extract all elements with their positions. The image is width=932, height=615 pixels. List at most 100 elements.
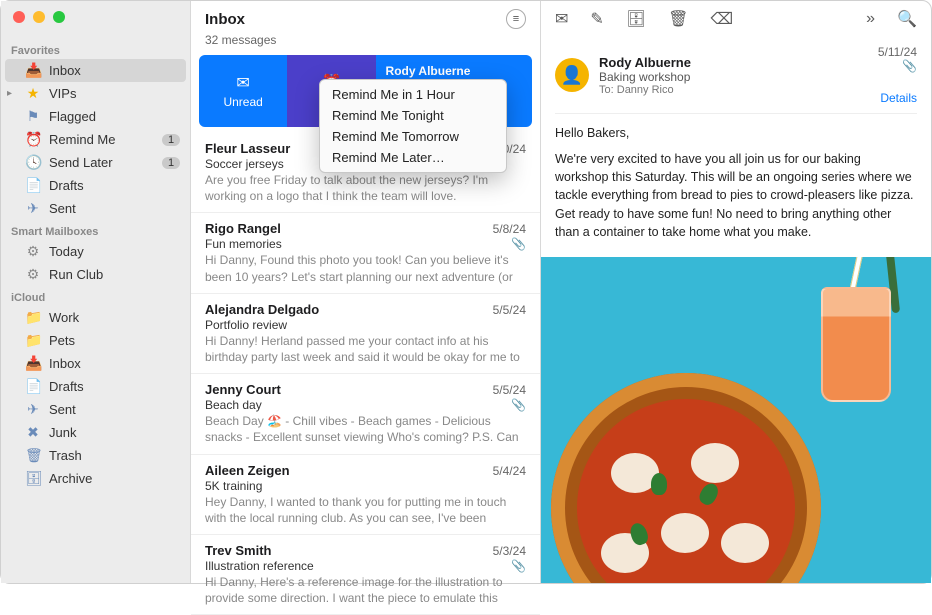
gear-icon: ⚙︎: [25, 266, 41, 283]
attachment-icon: 📎: [511, 559, 526, 573]
message-subject: Soccer jerseys: [205, 157, 284, 171]
drafts-icon: 📄: [25, 378, 41, 395]
message-date: 5/4/24: [493, 464, 526, 478]
sidebar-item-today[interactable]: ⚙︎ Today: [1, 240, 190, 263]
sidebar-item-label: Sent: [49, 201, 76, 216]
message-cell[interactable]: Trev Smith 5/3/24 Illustration reference 📎H…: [191, 535, 540, 615]
sidebar-item-send-later[interactable]: 🕓 Send Later 1: [1, 151, 190, 174]
compose-icon[interactable]: ✎: [590, 9, 603, 29]
message-cell[interactable]: Jenny Court5/5/24Beach day📎Beach Day 🏖️ …: [191, 374, 540, 454]
sidebar-item-label: Run Club: [49, 267, 103, 282]
sidebar-item-icloud-sent[interactable]: ✈︎ Sent: [1, 398, 190, 421]
attachment-icon: 📎: [878, 59, 917, 73]
sidebar-item-pets[interactable]: 📁 Pets: [1, 329, 190, 352]
sent-icon: ✈︎: [25, 401, 41, 418]
reader-from: Rody Albuerne: [599, 55, 868, 70]
archive-icon[interactable]: 🗄: [626, 9, 646, 29]
message-date: 5/8/24: [493, 222, 526, 236]
message-sender: Jenny Court: [205, 382, 281, 397]
attachment-icon: 📎: [511, 398, 526, 412]
sidebar-item-label: Inbox: [49, 356, 81, 371]
message-preview: Are you free Friday to talk about the ne…: [205, 172, 526, 204]
sidebar-item-flagged[interactable]: ⚑ Flagged: [1, 105, 190, 128]
sidebar-item-label: Today: [49, 244, 84, 259]
message-sender: Trev Smith: [205, 543, 271, 558]
delete-icon[interactable]: 🗑: [668, 9, 688, 29]
sidebar-item-inbox[interactable]: 📥 Inbox: [5, 59, 186, 82]
junk-icon[interactable]: ⌫: [710, 9, 733, 29]
sidebar-item-icloud-inbox[interactable]: 📥 Inbox: [1, 352, 190, 375]
message-date: 5/3/24: [493, 544, 526, 558]
menu-item-remind-later[interactable]: Remind Me Later…: [320, 147, 506, 168]
zoom-window-icon[interactable]: [53, 11, 65, 23]
flag-icon: ⚑: [25, 108, 41, 125]
message-list-pane: Inbox ≡ 32 messages ✉︎ Unread ⏰ Rem Rody…: [191, 1, 541, 583]
sidebar: Favorites 📥 Inbox ▸ ★ VIPs ⚑ Flagged ⏰ R…: [1, 1, 191, 583]
body-greeting: Hello Bakers,: [555, 124, 917, 142]
sidebar-section-smart: Smart Mailboxes: [1, 220, 190, 240]
message-preview: Hi Danny, Here's a reference image for t…: [205, 574, 526, 606]
reader-date: 5/11/24: [878, 45, 917, 59]
drink-illustration: [821, 287, 891, 417]
reader-to-label: To:: [599, 84, 614, 96]
menu-item-remind-tomorrow[interactable]: Remind Me Tomorrow: [320, 126, 506, 147]
sidebar-item-label: Junk: [49, 425, 76, 440]
trash-icon: 🗑: [25, 447, 41, 464]
archive-icon: 🗄: [25, 470, 41, 487]
more-icon[interactable]: »: [866, 10, 875, 28]
close-window-icon[interactable]: [13, 11, 25, 23]
message-cell[interactable]: Aileen Zeigen5/4/245K trainingHey Danny,…: [191, 455, 540, 535]
sidebar-item-run-club[interactable]: ⚙︎ Run Club: [1, 263, 190, 286]
message-date: 5/5/24: [493, 383, 526, 397]
message-preview: Beach Day 🏖️ - Chill vibes - Beach games…: [205, 413, 526, 445]
reply-icon[interactable]: ✉︎: [555, 9, 568, 29]
sidebar-item-remind-me[interactable]: ⏰ Remind Me 1: [1, 128, 190, 151]
message-image: [541, 257, 931, 583]
gear-icon: ⚙︎: [25, 243, 41, 260]
sent-icon: ✈︎: [25, 200, 41, 217]
message-cell[interactable]: Alejandra Delgado5/5/24Portfolio reviewH…: [191, 294, 540, 374]
sidebar-item-label: Drafts: [49, 379, 84, 394]
star-icon: ★: [25, 85, 41, 102]
remind-context-menu: Remind Me in 1 Hour Remind Me Tonight Re…: [319, 79, 507, 173]
menu-item-remind-tonight[interactable]: Remind Me Tonight: [320, 105, 506, 126]
sidebar-item-label: Flagged: [49, 109, 96, 124]
unread-icon: ✉︎: [236, 73, 249, 93]
sidebar-item-trash[interactable]: 🗑 Trash: [1, 444, 190, 467]
sidebar-item-drafts[interactable]: 📄 Drafts: [1, 174, 190, 197]
inbox-icon: 📥: [25, 62, 41, 79]
minimize-window-icon[interactable]: [33, 11, 45, 23]
sidebar-item-label: Drafts: [49, 178, 84, 193]
drafts-icon: 📄: [25, 177, 41, 194]
reader-subject: Baking workshop: [599, 70, 868, 84]
sidebar-item-archive[interactable]: 🗄 Archive: [1, 467, 190, 490]
folder-icon: 📁: [25, 309, 41, 326]
sidebar-section-icloud: iCloud: [1, 286, 190, 306]
message-cell[interactable]: Rigo Rangel5/8/24Fun memories📎Hi Danny, …: [191, 213, 540, 293]
sidebar-item-label: Work: [49, 310, 79, 325]
message-subject: Illustration reference: [205, 559, 314, 573]
swipe-unread-button[interactable]: ✉︎ Unread: [199, 55, 287, 127]
sidebar-item-label: Archive: [49, 471, 92, 486]
message-preview: Hi Danny! Herland passed me your contact…: [205, 333, 526, 365]
sidebar-section-favorites: Favorites: [1, 39, 190, 59]
details-link[interactable]: Details: [878, 91, 917, 105]
body-text: We're very excited to have you all join …: [555, 150, 917, 241]
search-icon[interactable]: 🔍: [897, 9, 917, 29]
sidebar-item-vips[interactable]: ▸ ★ VIPs: [1, 82, 190, 105]
menu-item-remind-1h[interactable]: Remind Me in 1 Hour: [320, 84, 506, 105]
chevron-right-icon[interactable]: ▸: [7, 88, 12, 99]
window-controls: [1, 1, 190, 39]
sidebar-item-work[interactable]: 📁 Work: [1, 306, 190, 329]
badge: 1: [162, 134, 180, 146]
swipe-unread-label: Unread: [223, 95, 262, 109]
message-sender: Aileen Zeigen: [205, 463, 290, 478]
message-subject: Portfolio review: [205, 318, 287, 332]
reader-pane: ✉︎ ✎ 🗄 🗑 ⌫ » 🔍 👤 Rody Albuerne Baking wo…: [541, 1, 931, 583]
filter-icon[interactable]: ≡: [506, 9, 526, 29]
sidebar-item-label: Trash: [49, 448, 82, 463]
sidebar-item-icloud-drafts[interactable]: 📄 Drafts: [1, 375, 190, 398]
reader-meta: Rody Albuerne Baking workshop To: Danny …: [599, 55, 868, 96]
sidebar-item-junk[interactable]: ✖︎ Junk: [1, 421, 190, 444]
sidebar-item-sent[interactable]: ✈︎ Sent: [1, 197, 190, 220]
